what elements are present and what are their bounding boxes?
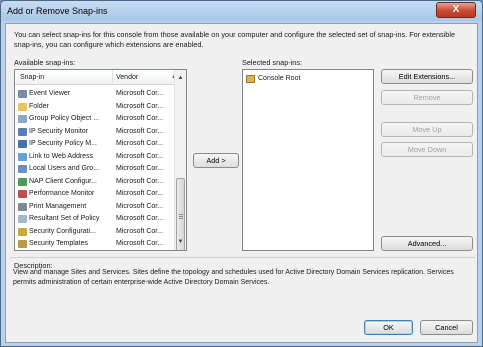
- available-snapins-list[interactable]: Snap-in Vendor ▲ Event Viewer Microsoft C…: [14, 69, 187, 251]
- list-item[interactable]: Resultant Set of Policy Microsoft Cor...: [15, 213, 186, 226]
- performance-monitor-icon: [18, 190, 27, 198]
- list-header: Snap-in Vendor ▲: [15, 70, 186, 85]
- column-header-snapin[interactable]: Snap-in: [20, 74, 44, 81]
- selected-snapins-label: Selected snap-ins:: [242, 58, 303, 67]
- print-management-icon: [18, 202, 27, 211]
- snapin-vendor: Microsoft Cor...: [116, 202, 164, 210]
- snapin-vendor: Microsoft Cor...: [116, 152, 164, 160]
- divider: [10, 257, 475, 258]
- move-down-button[interactable]: Move Down: [381, 142, 473, 157]
- add-button[interactable]: Add >: [193, 153, 239, 168]
- ip-security-monitor-icon: [18, 127, 27, 136]
- security-config-icon: [18, 227, 27, 236]
- column-header-vendor[interactable]: Vendor: [116, 74, 138, 81]
- list-item[interactable]: Security Configurati... Microsoft Cor...: [15, 226, 186, 239]
- scroll-up-icon[interactable]: ▲: [175, 72, 186, 84]
- close-button[interactable]: X: [436, 2, 476, 18]
- snapin-vendor: Microsoft Cor...: [116, 127, 164, 135]
- snapin-vendor: Microsoft Cor...: [116, 215, 164, 222]
- vertical-scrollbar[interactable]: ▲ ▼: [174, 70, 186, 250]
- console-root-label: Console Root: [258, 75, 301, 82]
- title-bar[interactable]: Add or Remove Snap-ins X: [1, 1, 482, 21]
- snapin-name: IP Security Monitor: [29, 127, 89, 135]
- snapin-vendor: Microsoft Cor...: [116, 190, 164, 197]
- list-item[interactable]: Link to Web Address Microsoft Cor...: [15, 151, 186, 164]
- resultant-policy-icon: [18, 215, 27, 223]
- list-item[interactable]: Event Viewer Microsoft Cor...: [15, 88, 186, 101]
- list-item[interactable]: Group Policy Object ... Microsoft Cor...: [15, 113, 186, 126]
- window-title: Add or Remove Snap-ins: [7, 6, 108, 16]
- intro-text: You can select snap-ins for this console…: [14, 30, 456, 49]
- description-box: View and manage Sites and Services. Site…: [13, 268, 471, 326]
- list-item[interactable]: NAP Client Configur... Microsoft Cor...: [15, 176, 186, 189]
- snapin-vendor: Microsoft Cor...: [116, 227, 164, 235]
- snapin-vendor: Microsoft Cor...: [116, 240, 164, 247]
- group-policy-icon: [18, 115, 27, 123]
- column-separator[interactable]: [112, 70, 113, 85]
- list-item[interactable]: Performance Monitor Microsoft Cor...: [15, 188, 186, 201]
- grip-line: [179, 218, 183, 219]
- snapin-name: Performance Monitor: [29, 190, 95, 197]
- snapin-name: IP Security Policy M...: [29, 140, 97, 147]
- snapin-name: Event Viewer: [29, 90, 71, 97]
- ip-security-policy-icon: [18, 140, 27, 148]
- cancel-button[interactable]: Cancel: [420, 320, 473, 335]
- available-snapins-label: Available snap-ins:: [14, 58, 76, 67]
- snapin-name: Security Configurati...: [29, 227, 96, 235]
- snapin-vendor: Microsoft Cor...: [116, 177, 164, 185]
- add-remove-snapins-dialog: Add or Remove Snap-ins X You can select …: [0, 0, 483, 347]
- snapin-name: Link to Web Address: [29, 152, 94, 160]
- list-item[interactable]: IP Security Monitor Microsoft Cor...: [15, 126, 186, 139]
- snapin-vendor: Microsoft Cor...: [116, 140, 164, 147]
- list-item[interactable]: Local Users and Gro... Microsoft Cor...: [15, 163, 186, 176]
- folder-icon: [18, 102, 27, 111]
- selected-snapins-list[interactable]: Console Root: [242, 69, 374, 251]
- security-templates-icon: [18, 240, 27, 248]
- snapin-vendor: Microsoft Cor...: [116, 115, 164, 122]
- description-text: View and manage Sites and Services. Site…: [13, 269, 454, 286]
- move-up-button[interactable]: Move Up: [381, 122, 473, 137]
- web-link-icon: [18, 152, 27, 161]
- advanced-button[interactable]: Advanced...: [381, 236, 473, 251]
- scroll-down-icon[interactable]: ▼: [175, 236, 186, 248]
- snapin-name: Folder: [29, 102, 49, 110]
- snapin-name: Security Templates: [29, 240, 89, 247]
- nap-client-icon: [18, 177, 27, 186]
- event-viewer-icon: [18, 90, 27, 98]
- snapin-name: Print Management: [29, 202, 87, 210]
- local-users-icon: [18, 165, 27, 173]
- list-item[interactable]: Folder Microsoft Cor...: [15, 101, 186, 114]
- list-item[interactable]: IP Security Policy M... Microsoft Cor...: [15, 138, 186, 151]
- list-item[interactable]: Security Templates Microsoft Cor...: [15, 238, 186, 250]
- snapin-vendor: Microsoft Cor...: [116, 90, 164, 97]
- remove-button[interactable]: Remove: [381, 90, 473, 105]
- available-rows: Event Viewer Microsoft Cor... Folder Micros…: [15, 88, 186, 250]
- snapin-vendor: Microsoft Cor...: [116, 165, 164, 172]
- edit-extensions-button[interactable]: Edit Extensions...: [381, 69, 473, 84]
- snapin-vendor: Microsoft Cor...: [116, 102, 164, 110]
- grip-line: [179, 216, 183, 217]
- snapin-name: Group Policy Object ...: [29, 115, 100, 122]
- ok-button[interactable]: OK: [364, 320, 413, 335]
- list-item[interactable]: Print Management Microsoft Cor...: [15, 201, 186, 214]
- snapin-name: Local Users and Gro...: [29, 165, 100, 172]
- grip-line: [179, 214, 183, 215]
- dialog-client-area: You can select snap-ins for this console…: [5, 23, 478, 343]
- close-icon: X: [452, 4, 460, 15]
- snapin-name: NAP Client Configur...: [29, 177, 97, 185]
- console-root-icon: [246, 75, 255, 83]
- snapin-name: Resultant Set of Policy: [29, 215, 100, 222]
